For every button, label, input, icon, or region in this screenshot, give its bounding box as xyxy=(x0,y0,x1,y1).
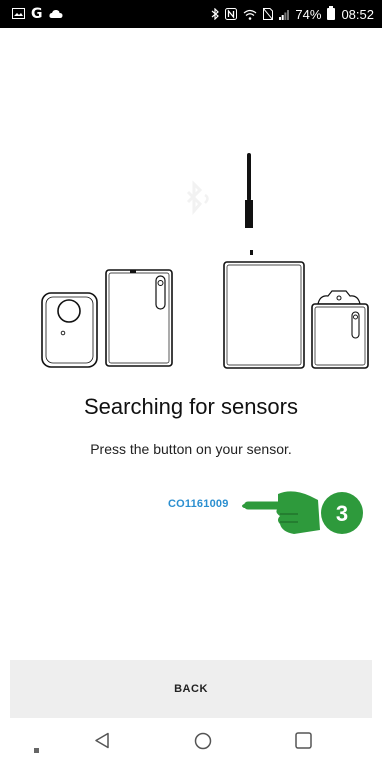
illustration xyxy=(41,153,369,369)
status-left: G xyxy=(12,7,63,22)
instruction-text: Press the button on your sensor. xyxy=(90,441,292,457)
bluetooth-icon xyxy=(211,8,220,20)
page-title: Searching for sensors xyxy=(84,394,298,419)
cloud-icon xyxy=(48,7,63,22)
image-icon xyxy=(12,7,25,22)
pointing-hand-icon: 3 xyxy=(242,491,363,534)
sensor-device-small-icon xyxy=(41,292,98,368)
wifi-icon xyxy=(243,9,257,20)
status-right: 74% 08:52 xyxy=(211,6,374,22)
sensor-device-clip-icon xyxy=(311,290,369,369)
bluetooth-icon xyxy=(186,180,209,216)
recents-square-icon[interactable] xyxy=(295,732,312,754)
home-circle-icon[interactable] xyxy=(194,732,212,755)
back-button[interactable]: BACK xyxy=(10,660,372,718)
callout-number: 3 xyxy=(336,501,348,526)
sensor-device-tall-icon xyxy=(105,269,173,367)
battery-icon xyxy=(327,6,336,20)
back-triangle-icon[interactable] xyxy=(94,732,110,754)
no-sim-icon xyxy=(263,8,274,20)
clock: 08:52 xyxy=(341,6,374,22)
nfc-icon xyxy=(225,8,238,20)
status-bar: G 74% 08:52 xyxy=(0,0,382,28)
signal-icon xyxy=(279,9,290,20)
back-button-label: BACK xyxy=(174,683,208,695)
system-nav-bar xyxy=(0,720,382,762)
battery-percent: 74% xyxy=(295,6,322,22)
google-g-icon: G xyxy=(31,6,43,22)
antenna-gateway-icon xyxy=(223,153,305,369)
dot-icon xyxy=(34,740,39,758)
sensor-id-link[interactable]: CO1161009 xyxy=(168,498,229,510)
